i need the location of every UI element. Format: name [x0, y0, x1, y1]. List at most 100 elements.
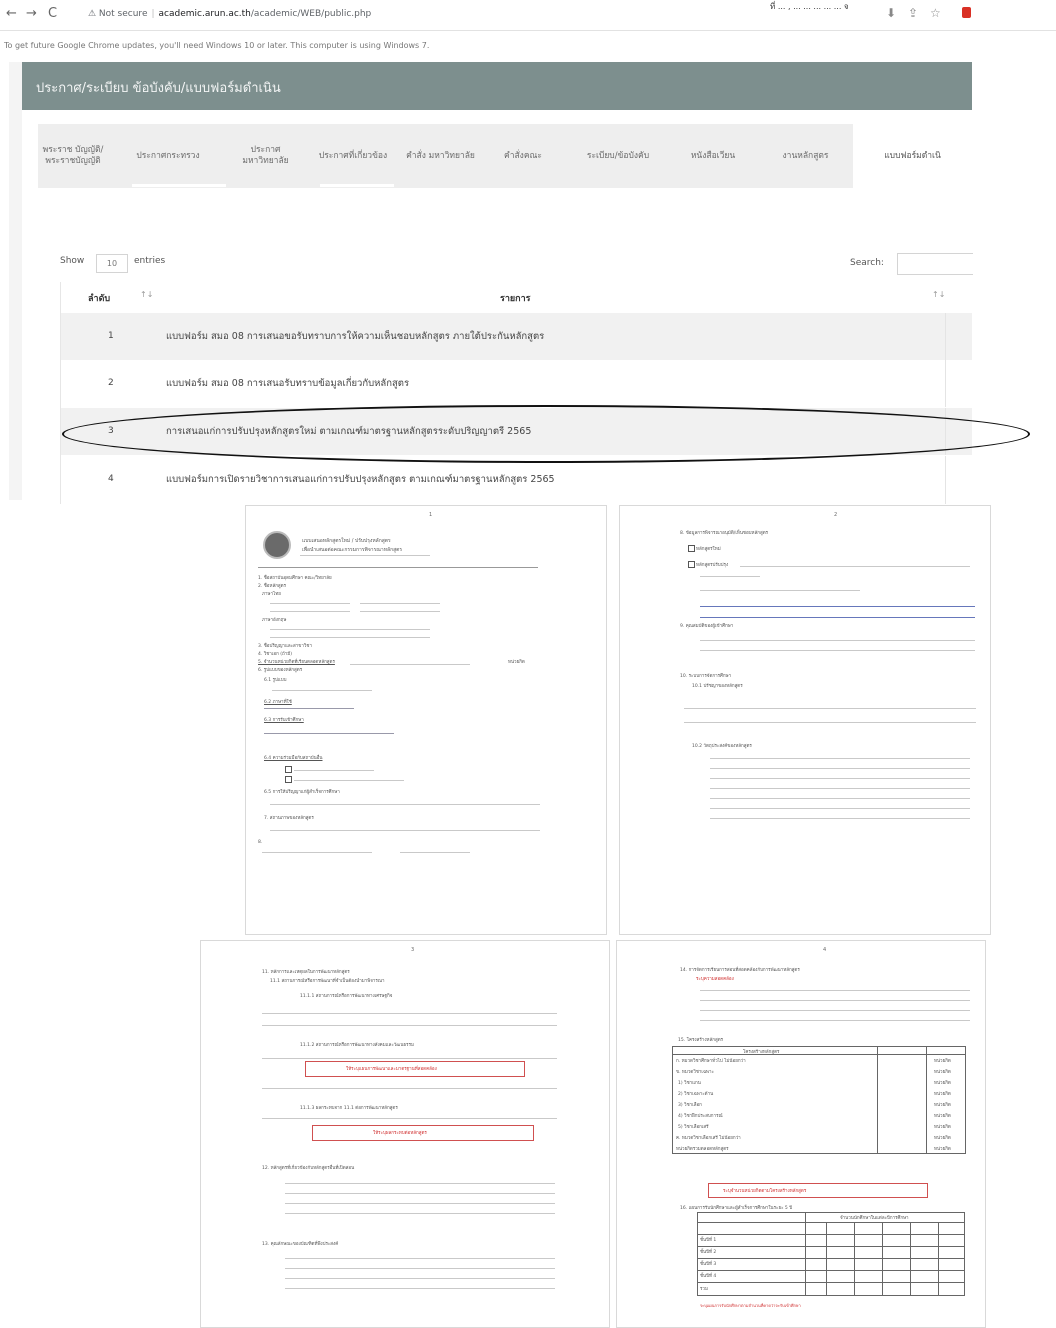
tab-related-announcements[interactable]: ประกาศที่เกี่ยวข้อง [303, 124, 403, 188]
table-row[interactable]: 4 แบบฟอร์มการเปิดรายวิชาการเสนอแก่การปรั… [60, 456, 972, 504]
star-icon[interactable]: ☆ [930, 6, 941, 20]
table-cell: ชั้นปีที่ 4 [700, 1274, 717, 1279]
page-number: 4 [823, 947, 827, 953]
column-header-order[interactable]: ลำดับ [88, 291, 110, 305]
table-cell: หน่วยกิต [934, 1059, 951, 1064]
table-cell: รวม [700, 1287, 708, 1292]
category-tabs: พระราช บัญญัติ/ พระราชบัญญัติ ประกาศกระท… [38, 124, 972, 188]
table-cell: ค. หมวดวิชาเลือกเสรี ไม่น้อยกว่า [676, 1136, 741, 1141]
row-number: 4 [108, 474, 114, 484]
back-icon[interactable]: ← [6, 6, 17, 21]
doc-item: 4. วิชาเอก (ถ้ามี) [258, 652, 292, 657]
doc-item: 16. แผนการรับนักศึกษาและผู้สำเร็จการศึกษ… [680, 1206, 793, 1211]
forward-icon[interactable]: → [26, 6, 37, 21]
red-note-box: ระบุจำนวนหน่วยกิตตามโครงสร้างหลักสูตร [708, 1183, 928, 1198]
doc-item: ภาษาอังกฤษ [262, 618, 287, 623]
doc-item: หลักสูตรใหม่ [696, 547, 721, 552]
doc-item: 8. [258, 840, 263, 845]
doc-item: 11.1.2 สถานการณ์หรือการพัฒนาทางสังคมและว… [300, 1043, 414, 1048]
table-cell: ชั้นปีที่ 3 [700, 1262, 717, 1267]
table-header: ลำดับ ↑↓ รายการ ↑↓ [60, 282, 972, 312]
table-row[interactable]: 1 แบบฟอร์ม สมอ 08 การเสนอขอรับทราบการให้… [60, 313, 972, 360]
show-label: Show [60, 256, 85, 266]
url-path: /academic/WEB/public.php [250, 9, 372, 19]
table-cell: หน่วยกิต [934, 1070, 951, 1075]
doc-item: 13. คุณลักษณะของบัณฑิตที่พึงประสงค์ [262, 1242, 339, 1247]
doc-item: 1. ชื่อสถาบันอุดมศึกษา คณะ/วิทยาลัย [258, 576, 332, 581]
doc-item: 11.1.3 ผลกระทบจาก 11.1 ต่อการพัฒนาหลักสู… [300, 1106, 398, 1111]
table-cell: ชั้นปีที่ 2 [700, 1250, 717, 1255]
tab-circulars[interactable]: หนังสือเวียน [668, 124, 758, 188]
table-cell: ก. หมวดวิชาศึกษาทั่วไป ไม่น้อยกว่า [676, 1059, 746, 1064]
doc-item: 12. หลักสูตรที่เกี่ยวข้องกับหลักสูตรอื่น… [262, 1166, 355, 1171]
update-infobar: To get future Google Chrome updates, you… [4, 41, 430, 50]
red-note: ระบุความสอดคล้อง [696, 977, 734, 982]
red-note-box: ให้ระบุผลกระทบต่อหลักสูตร [312, 1125, 534, 1141]
site-header: ประกาศ/ระเบียบ ข้อบังคับ/แบบฟอร์มดำเนิน [22, 62, 972, 110]
doc-item: 9. คุณสมบัติของผู้เข้าศึกษา [680, 624, 734, 629]
tab-ministry-announcements[interactable]: ประกาศกระทรวง [108, 124, 228, 188]
doc-item: 11. หลักการและเหตุผลในการพัฒนาหลักสูตร [262, 970, 350, 975]
table-row[interactable]: 2 แบบฟอร์ม สมอ 08 การเสนอรับทราบข้อมูลเก… [60, 360, 972, 407]
reload-icon[interactable]: C [48, 6, 57, 21]
tab-regulations[interactable]: ระเบียบ/ข้อบังคับ [568, 124, 668, 188]
tab-university-announcements[interactable]: ประกาศ มหาวิทยาลัย [228, 124, 303, 188]
table-cell: หน่วยกิต [934, 1114, 951, 1119]
red-note-box: ให้ระบุแผนการพัฒนาและมาตรฐานที่สอดคล้อง [305, 1061, 525, 1077]
tab-university-orders[interactable]: คำสั่ง มหาวิทยาลัย [403, 124, 478, 188]
row-link[interactable]: แบบฟอร์มการเปิดรายวิชาการเสนอแก่การปรับป… [166, 472, 555, 487]
doc-item: 7. สถานภาพของหลักสูตร [264, 816, 314, 821]
table-cell: หน่วยกิต [934, 1136, 951, 1141]
tab-forms[interactable]: แบบฟอร์มดำเนิ [853, 124, 972, 188]
search-label: Search: [850, 258, 884, 268]
address-bar[interactable]: ⚠ Not secure | academic.arun.ac.th/academi… [88, 5, 648, 23]
entries-select[interactable]: 10 [96, 254, 128, 273]
sort-icon[interactable]: ↑↓ [140, 290, 153, 299]
doc-item: 2. ชื่อหลักสูตร [258, 584, 287, 589]
doc-item: 6.2 ภาษาที่ใช้ [264, 700, 292, 705]
doc-item: 14. การจัดการเรียนการสอนที่สอดคล้องกับกา… [680, 968, 800, 973]
sort-icon[interactable]: ↑↓ [932, 290, 945, 299]
row-number: 1 [108, 331, 114, 341]
search-input[interactable] [897, 253, 973, 275]
extension-icon[interactable] [962, 7, 971, 18]
url-host: academic.arun.ac.th [158, 9, 251, 19]
page-title: ประกาศ/ระเบียบ ข้อบังคับ/แบบฟอร์มดำเนิน [36, 81, 281, 96]
tab-divider [132, 184, 226, 187]
university-logo [263, 531, 291, 559]
table-cell: 5) วิชาเลือกเสรี [678, 1125, 709, 1130]
entries-label: entries [134, 256, 166, 266]
highlight-ellipse [62, 405, 1030, 463]
table-cell: 3) วิชาเลือก [678, 1103, 702, 1108]
doc-item: 6.1 รูปแบบ [264, 678, 287, 683]
table-cell: หน่วยกิต [934, 1125, 951, 1130]
doc-item: 11.1 สถานการณ์หรือการพัฒนาที่จำเป็นต้องน… [270, 979, 385, 984]
table-cell: ชั้นปีที่ 1 [700, 1238, 717, 1243]
doc-item: 5. จำนวนหน่วยกิตที่เรียนตลอดหลักสูตร [258, 660, 335, 665]
left-gutter [9, 62, 22, 500]
column-header-item[interactable]: รายการ [500, 291, 531, 305]
download-icon[interactable]: ⬇ [886, 6, 896, 20]
table-cell: หน่วยกิต [934, 1147, 951, 1152]
doc-item: 8. ข้อมูลการพิจารณาอนุมัติ/เห็นชอบหลักสู… [680, 531, 769, 536]
plan-table [697, 1212, 965, 1296]
overlay-text: ที่ ... , ... ... ... ... ... จ [770, 2, 849, 11]
row-link[interactable]: แบบฟอร์ม สมอ 08 การเสนอขอรับทราบการให้คว… [166, 329, 544, 344]
table-cell: จำนวนนักศึกษาในแต่ละปีการศึกษา [840, 1216, 909, 1221]
tab-acts[interactable]: พระราช บัญญัติ/ พระราชบัญญัติ [38, 124, 108, 188]
not-secure-label: ⚠ Not secure [88, 9, 148, 19]
doc-item: 10.2 วัตถุประสงค์ของหลักสูตร [692, 744, 752, 749]
table-cell: หน่วยกิต [934, 1092, 951, 1097]
table-cell: 1) วิชาแกน [678, 1081, 701, 1086]
tab-divider [320, 184, 394, 187]
doc-item: 6.5 การให้ปริญญาแก่ผู้สำเร็จการศึกษา [264, 790, 340, 795]
doc-item: 11.1.1 สถานการณ์หรือการพัฒนาทางเศรษฐกิจ [300, 994, 393, 999]
doc-item: 6.4 ความร่วมมือกับสถาบันอื่น [264, 756, 323, 761]
doc-item: 3. ชื่อปริญญาและสาขาวิชา [258, 644, 313, 649]
tab-faculty-orders[interactable]: คำสั่งคณะ [478, 124, 568, 188]
row-link[interactable]: แบบฟอร์ม สมอ 08 การเสนอรับทราบข้อมูลเกี่… [166, 376, 409, 391]
tab-curriculum-work[interactable]: งานหลักสูตร [758, 124, 853, 188]
table-cell: หน่วยกิต [934, 1081, 951, 1086]
doc-item: 6. รูปแบบของหลักสูตร [258, 668, 303, 673]
share-icon[interactable]: ⇪ [908, 6, 918, 20]
